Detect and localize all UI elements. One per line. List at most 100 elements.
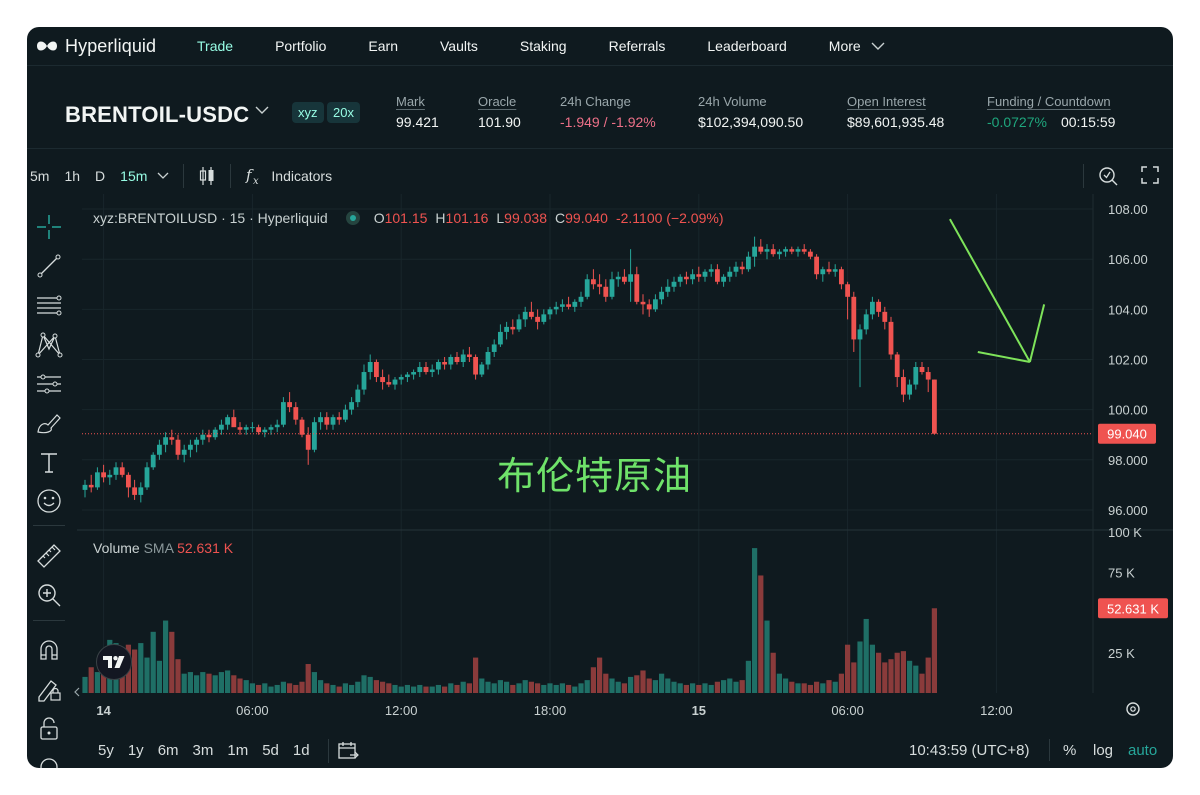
volume-bar [572, 686, 578, 693]
text-tool[interactable] [35, 448, 63, 476]
ruler-tool[interactable] [35, 542, 63, 570]
log-scale-toggle[interactable]: log [1093, 742, 1113, 759]
volume-bar [256, 684, 262, 693]
volume-bar [237, 678, 243, 693]
candle-body [132, 487, 137, 495]
drawn-trend-line[interactable] [977, 350, 1031, 363]
legend-close: C99.040 [555, 210, 608, 226]
magnet-tool[interactable] [35, 636, 63, 664]
range-1y[interactable]: 1y [128, 742, 144, 759]
collapse-arrow-icon[interactable] [74, 687, 80, 697]
lock-drawings-tool[interactable] [35, 675, 63, 703]
candle-body [194, 439, 199, 445]
zoom-in-tool[interactable] [35, 581, 63, 609]
time-axis-label: 14 [96, 703, 111, 718]
candle-body [386, 382, 392, 385]
range-6m[interactable]: 6m [158, 742, 179, 759]
candle-body [299, 419, 305, 435]
candle-body [237, 427, 243, 430]
range-3m[interactable]: 3m [193, 742, 214, 759]
auto-scale-toggle[interactable]: auto [1128, 742, 1157, 759]
crosshair-tool[interactable] [35, 213, 63, 241]
brush-tool[interactable] [35, 409, 63, 437]
candle-body [696, 274, 702, 277]
volume-bar [541, 684, 547, 693]
candle-body [578, 296, 584, 302]
price-axis-label: 104.00 [1108, 302, 1148, 317]
volume-bar [293, 684, 299, 693]
volume-bar [212, 675, 218, 693]
candle-body [522, 311, 528, 320]
market-status-icon [345, 211, 360, 225]
emoji-tool[interactable] [35, 487, 63, 515]
volume-bar [882, 662, 888, 693]
volume-bar [696, 684, 702, 693]
volume-bar [578, 683, 584, 693]
candle-body [777, 251, 782, 255]
volume-bar [442, 686, 448, 693]
toolbar-divider [1049, 739, 1050, 761]
volume-bar [913, 665, 919, 693]
range-5d[interactable]: 5d [262, 742, 279, 759]
candle-body [603, 286, 609, 297]
candle-body [901, 377, 906, 395]
brush-icon [37, 414, 61, 434]
bottom-bar: 5y 1y 6m 3m 1m 5d 1d 10:43:59 (UTC+8) % … [27, 733, 1173, 768]
trend-line-icon [37, 254, 61, 278]
volume-bar [280, 681, 286, 693]
volume-bar [355, 681, 361, 693]
candle-body [609, 279, 615, 297]
candle-body [677, 276, 683, 282]
candle-body [454, 356, 460, 362]
last-price-label: 99.040 [1107, 427, 1147, 442]
volume-bar [392, 684, 398, 693]
volume-bar [826, 680, 832, 693]
chart-text-annotation[interactable]: 布伦特原油 [497, 445, 692, 500]
volume-bar [931, 608, 937, 693]
candle-body [144, 467, 150, 488]
ruler-icon [37, 544, 61, 568]
fib-lines-icon [37, 295, 62, 316]
range-5y[interactable]: 5y [98, 742, 114, 759]
candle-body [591, 279, 596, 285]
candle-body [925, 372, 931, 380]
timezone-clock[interactable]: 10:43:59 (UTC+8) [909, 742, 1029, 759]
volume-bar [429, 686, 435, 693]
candle-body [485, 351, 491, 365]
volume-bar [597, 657, 603, 693]
pattern-tool[interactable] [35, 331, 63, 359]
candle-body [429, 369, 435, 373]
volume-bar [249, 683, 255, 693]
volume-bar [479, 678, 485, 693]
forecast-tool[interactable] [35, 370, 63, 398]
legend-high: H101.16 [435, 210, 489, 226]
candle-body [553, 306, 559, 310]
drawn-trend-line[interactable] [949, 218, 1031, 363]
candle-body [82, 484, 88, 490]
calendar-icon[interactable] [337, 740, 359, 762]
candle-body [95, 472, 100, 488]
drawn-trend-line[interactable] [1028, 304, 1046, 363]
volume-bar [94, 672, 100, 693]
candle-body [535, 316, 540, 322]
volume-bar [318, 680, 324, 693]
range-1d[interactable]: 1d [293, 742, 310, 759]
percent-scale-toggle[interactable]: % [1063, 742, 1076, 759]
volume-bar [243, 680, 249, 693]
candle-body [640, 301, 646, 305]
candle-body [746, 256, 751, 270]
price-chart[interactable]: 108.00 106.00 104.00 102.00 100.00 98.000 96.0… [27, 27, 1173, 768]
tradingview-logo[interactable] [96, 644, 132, 680]
candle-body [417, 367, 423, 373]
trend-line-tool[interactable] [35, 252, 63, 280]
candle-body [919, 367, 925, 373]
candle-body [733, 266, 739, 272]
fib-lines-tool[interactable] [35, 291, 63, 319]
settings-icon[interactable] [1126, 702, 1140, 716]
volume-bar [845, 644, 851, 693]
candle-body [498, 331, 503, 345]
volume-bar [82, 676, 88, 693]
range-1m[interactable]: 1m [227, 742, 248, 759]
candle-body [845, 284, 850, 297]
candle-body [349, 402, 354, 410]
